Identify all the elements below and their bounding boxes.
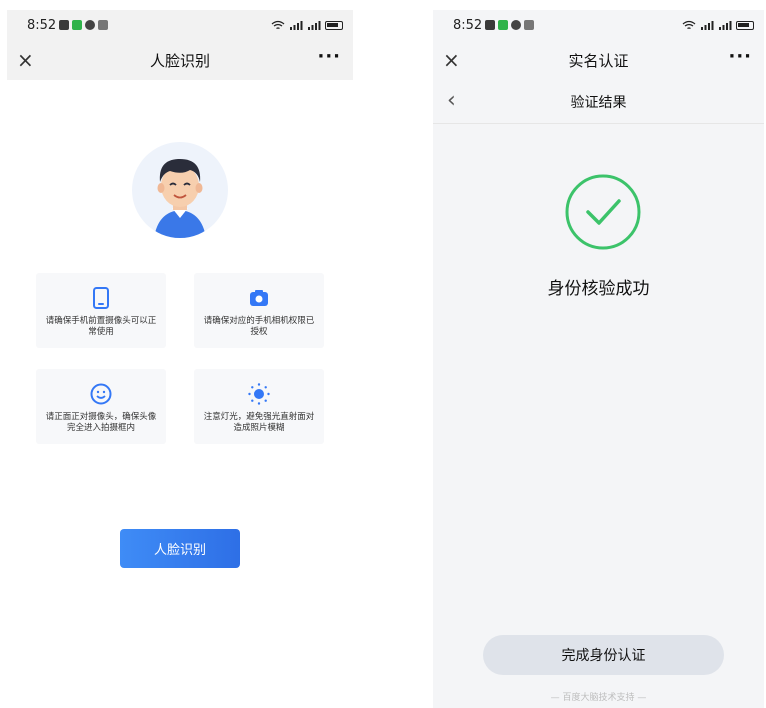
signal-icon — [290, 21, 303, 30]
notification-icon — [485, 20, 496, 30]
notification-icon — [59, 20, 70, 30]
tip-text: 注意灯光，避免强光直射面对造成照片模糊 — [203, 412, 315, 433]
sub-header: ‹ 验证结果 — [433, 80, 764, 124]
avatar-illustration — [132, 142, 228, 238]
back-icon[interactable]: ‹ — [447, 88, 456, 113]
tip-text: 请正面正对摄像头，确保头像完全进入拍摄框内 — [45, 412, 157, 433]
nav-bar: × 人脸识别 ··· — [7, 40, 353, 80]
right-phone-screen: 8:52 × 实名认证 ··· ‹ 验证结果 身份核验成功 完成身份认证 — 百… — [433, 10, 764, 708]
signal-icon-2 — [719, 21, 732, 30]
tip-text: 请确保手机前置摄像头可以正常使用 — [45, 316, 157, 337]
signal-icon — [701, 21, 714, 30]
tip-text: 请确保对应的手机相机权限已授权 — [203, 316, 315, 337]
chat-icon — [72, 20, 83, 30]
tip-card-camera-front: 请确保手机前置摄像头可以正常使用 — [36, 273, 166, 348]
status-bar: 8:52 — [433, 10, 764, 40]
close-icon[interactable]: × — [443, 48, 460, 72]
sun-icon — [248, 383, 270, 405]
tip-card-camera-permission: 请确保对应的手机相机权限已授权 — [194, 273, 324, 348]
status-time: 8:52 — [27, 17, 57, 33]
check-circle-icon — [564, 173, 642, 251]
app-icon — [85, 20, 96, 30]
face-recognition-button[interactable]: 人脸识别 — [120, 529, 240, 568]
nav-bar: × 实名认证 ··· — [433, 40, 764, 80]
footer-note: — 百度大脑技术支持 — — [550, 693, 647, 703]
signal-icon-2 — [308, 21, 321, 30]
app-icon — [511, 20, 522, 30]
smile-face-icon — [90, 383, 112, 405]
tip-card-lighting: 注意灯光，避免强光直射面对造成照片模糊 — [194, 369, 324, 444]
status-bar: 8:52 — [7, 10, 353, 40]
alarm-icon — [524, 20, 535, 30]
close-icon[interactable]: × — [17, 48, 34, 72]
complete-verification-button[interactable]: 完成身份认证 — [483, 635, 724, 675]
more-options-icon[interactable]: ··· — [728, 46, 752, 67]
more-options-icon[interactable]: ··· — [317, 46, 341, 67]
left-phone-screen: 8:52 × 人脸识别 ··· 请确保手机前置摄像头可以正常使用 请确保对应的手… — [7, 10, 353, 708]
battery-icon — [736, 20, 754, 30]
page-title: 人脸识别 — [149, 51, 210, 70]
wifi-icon — [682, 20, 696, 30]
wifi-icon — [271, 20, 285, 30]
status-time: 8:52 — [453, 17, 483, 33]
sub-title: 验证结果 — [570, 94, 627, 111]
tip-card-face-frame: 请正面正对摄像头，确保头像完全进入拍摄框内 — [36, 369, 166, 444]
camera-icon — [250, 290, 268, 306]
verification-result-text: 身份核验成功 — [547, 279, 650, 299]
chat-icon — [498, 20, 509, 30]
phone-icon — [93, 287, 109, 309]
page-title: 实名认证 — [568, 51, 629, 70]
battery-icon — [325, 20, 343, 30]
alarm-icon — [98, 20, 109, 30]
